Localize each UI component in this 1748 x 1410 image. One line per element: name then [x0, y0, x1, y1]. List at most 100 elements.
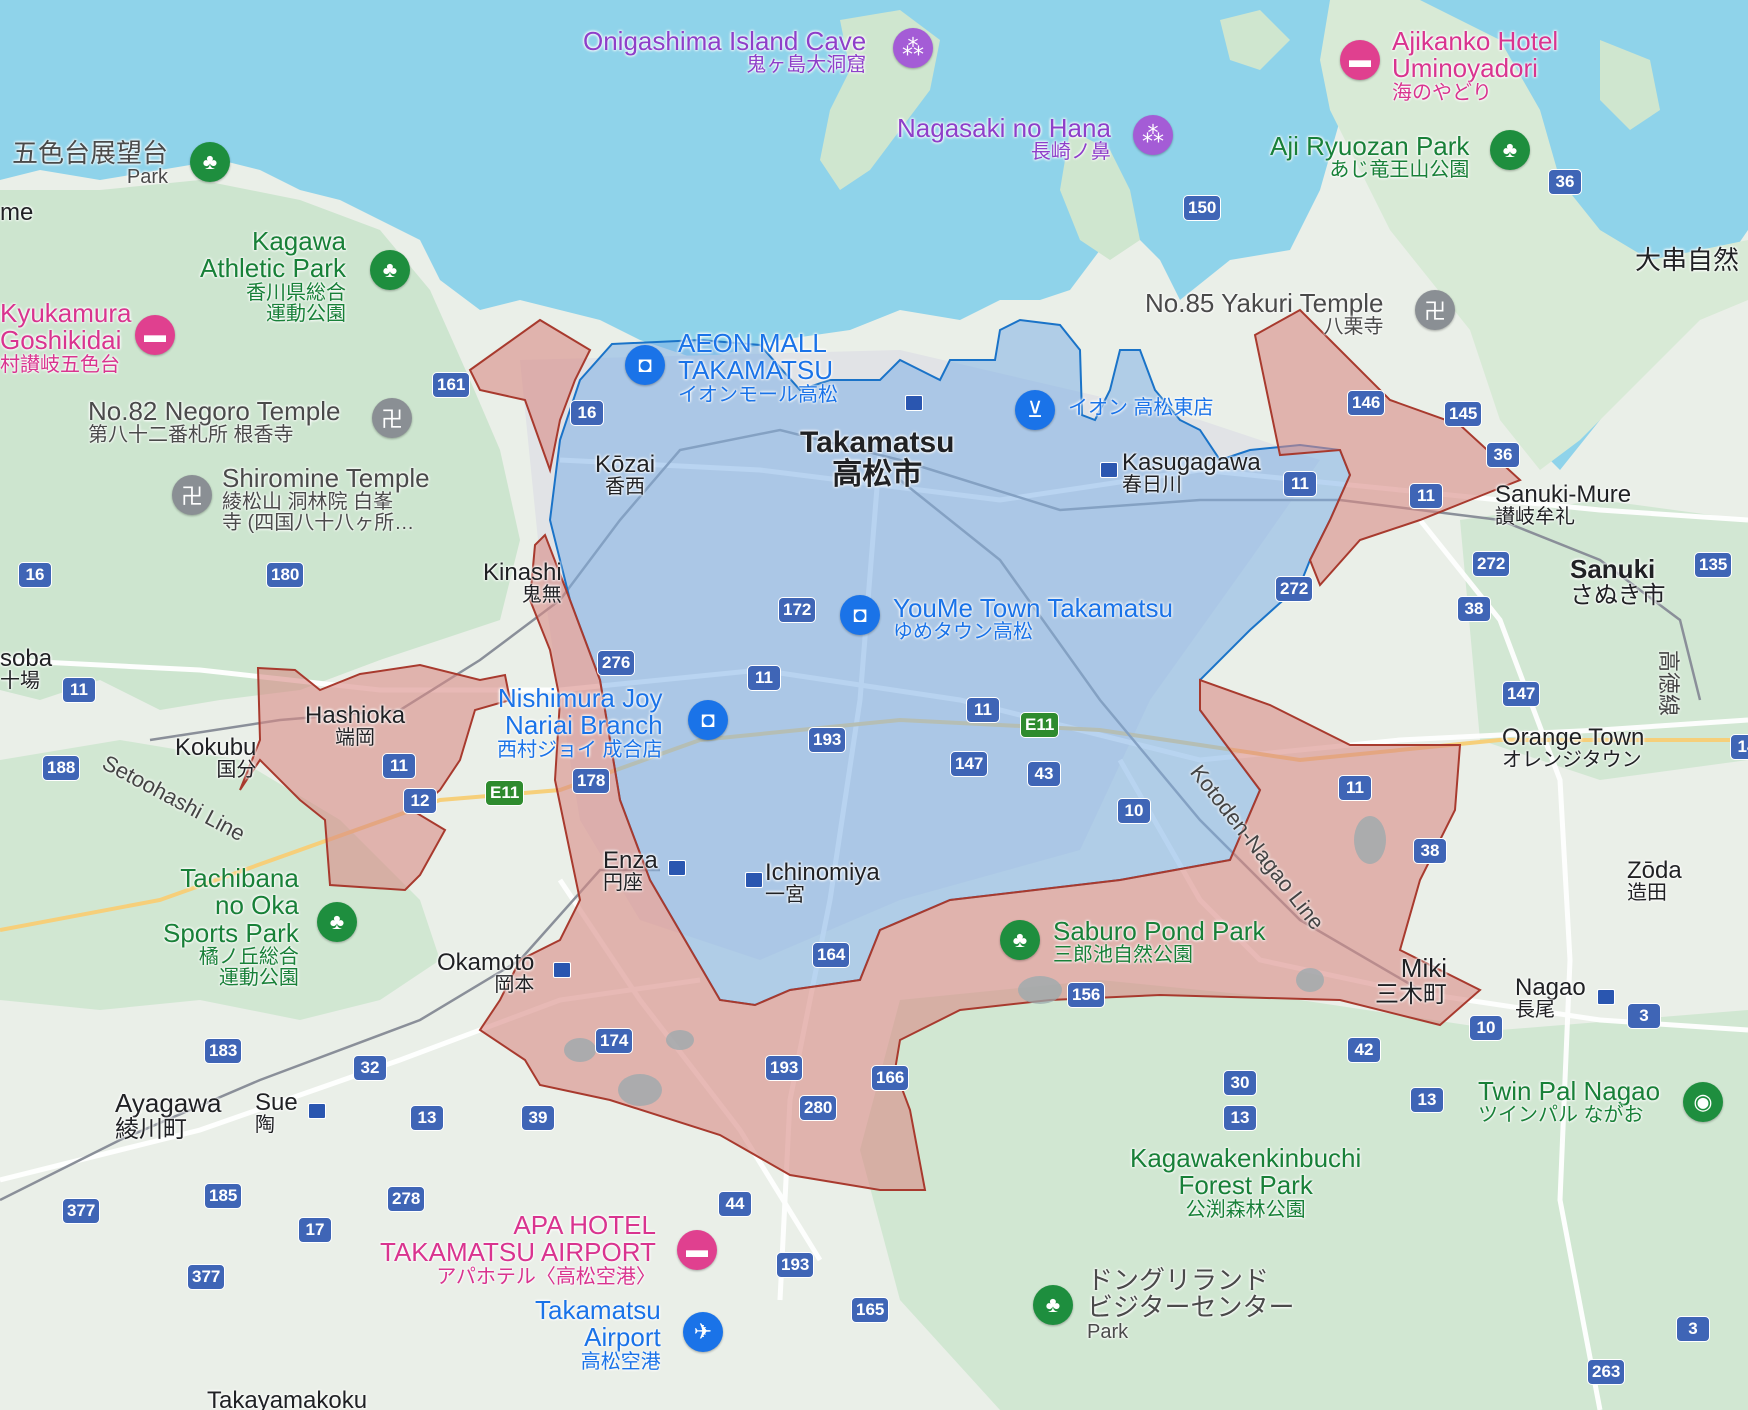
- station-icon[interactable]: [1597, 989, 1615, 1005]
- route-shield-193: 193: [765, 1055, 804, 1081]
- poi-orange-town[interactable]: Orange Town オレンジタウン: [1502, 725, 1644, 771]
- route-shield-44: 44: [718, 1191, 752, 1217]
- park-icon[interactable]: ♣: [317, 902, 357, 942]
- poi-airport[interactable]: Takamatsu Airport 高松空港: [535, 1296, 661, 1373]
- attraction-icon[interactable]: ⁂: [1133, 115, 1173, 155]
- route-shield-276: 276: [597, 650, 636, 676]
- route-shield-164: 164: [812, 942, 851, 968]
- rail-label-kotoku: 高徳線: [1656, 650, 1681, 717]
- park-icon[interactable]: ♣: [1490, 130, 1530, 170]
- shopping-cart-icon[interactable]: ⊻: [1015, 390, 1055, 430]
- route-shield-146: 146: [1347, 390, 1386, 416]
- poi-negoro[interactable]: No.82 Negoro Temple 第八十二番札所 根香寺: [88, 397, 340, 446]
- route-shield-11: 11: [382, 753, 416, 779]
- place-kasugagawa: Kasugagawa 春日川: [1122, 449, 1261, 497]
- route-shield-278: 278: [387, 1186, 426, 1212]
- route-shield-156: 156: [1067, 982, 1106, 1008]
- place-isoba: soba 十場: [0, 645, 53, 693]
- poi-onigashima[interactable]: Onigashima Island Cave 鬼ヶ島大洞窟: [583, 27, 866, 76]
- poi-goshikidai[interactable]: 五色台展望台 Park: [12, 139, 168, 188]
- poi-nagasaki-hana[interactable]: Nagasaki no Hana 長崎ノ鼻: [897, 114, 1111, 163]
- poi-apa[interactable]: APA HOTEL TAKAMATSU AIRPORT アパホテル〈高松空港〉: [380, 1211, 656, 1288]
- place-oogushi: 大串自然: [1635, 245, 1740, 275]
- route-shield-10: 10: [1469, 1015, 1503, 1041]
- route-shield-13: 13: [1223, 1105, 1257, 1131]
- route-shield-36: 36: [1486, 442, 1520, 468]
- hotel-icon[interactable]: ▬: [135, 315, 175, 355]
- route-shield-172: 172: [778, 597, 817, 623]
- station-icon[interactable]: [745, 872, 763, 888]
- city-label: Takamatsu 高松市: [800, 426, 955, 491]
- map-canvas[interactable]: Setoohashi Line Kotoden-Nagao Line 高徳線 T…: [0, 0, 1748, 1410]
- route-shield-193: 193: [776, 1252, 815, 1278]
- route-shield-188: 188: [42, 755, 81, 781]
- route-shield-180: 180: [266, 562, 305, 588]
- place-okamoto: Okamoto 岡本: [437, 949, 535, 997]
- route-shield-165: 165: [851, 1297, 890, 1323]
- shopping-icon[interactable]: ◘: [840, 595, 880, 635]
- hotel-icon[interactable]: ▬: [1340, 40, 1380, 80]
- place-takayamakoku: Takayamakoku: [207, 1387, 368, 1410]
- station-icon[interactable]: [668, 860, 686, 876]
- temple-icon[interactable]: 卍: [172, 475, 212, 515]
- poi-donguri[interactable]: ドングリランド ビジターセンター Park: [1087, 1266, 1294, 1343]
- route-shield-185: 185: [204, 1183, 243, 1209]
- poi-nishimura[interactable]: Nishimura Joy Nariai Branch 西村ジョイ 成合店: [497, 684, 663, 761]
- route-shield-16: 16: [570, 400, 604, 426]
- station-icon[interactable]: [905, 395, 923, 411]
- route-shield-272: 272: [1275, 576, 1314, 602]
- poi-aji-ryuozan[interactable]: Aji Ryuozan Park あじ竜王山公園: [1270, 132, 1469, 181]
- poi-kyukamura[interactable]: Kyukamura Goshikidai 村讃岐五色台: [0, 299, 132, 376]
- poi-yakuri[interactable]: No.85 Yakuri Temple 八栗寺: [1145, 289, 1383, 338]
- place-kokubu: Kokubu 国分: [175, 734, 257, 782]
- park-icon[interactable]: ♣: [1033, 1285, 1073, 1325]
- park-icon[interactable]: ♣: [190, 142, 230, 182]
- poi-aeon-mall[interactable]: AEON MALL TAKAMATSU イオンモール高松: [678, 329, 838, 406]
- poi-youme[interactable]: YouMe Town Takamatsu ゆめタウン高松: [893, 594, 1173, 643]
- poi-tachibana[interactable]: Tachibana no Oka Sports Park 橘ノ丘総合 運動公園: [163, 864, 299, 989]
- shopping-icon[interactable]: ◘: [625, 345, 665, 385]
- route-shield-E11: E11: [1020, 712, 1060, 738]
- route-shield-145: 145: [1444, 401, 1483, 427]
- route-shield-11: 11: [1409, 483, 1443, 509]
- route-shield-14: 14: [1730, 734, 1748, 760]
- route-shield-147: 147: [1502, 681, 1541, 707]
- poi-aeon-east[interactable]: イオン 高松東店: [1068, 398, 1214, 419]
- place-sanuki: Sanuki さぬき市: [1570, 554, 1666, 610]
- temple-icon[interactable]: 卍: [372, 398, 412, 438]
- park-icon[interactable]: ♣: [1000, 920, 1040, 960]
- route-shield-3: 3: [1676, 1316, 1710, 1342]
- place-ayagawa: Ayagawa 綾川町: [115, 1088, 222, 1144]
- temple-icon[interactable]: 卍: [1415, 290, 1455, 330]
- poi-saburo[interactable]: Saburo Pond Park 三郎池自然公園: [1053, 917, 1265, 966]
- station-icon[interactable]: [1100, 462, 1118, 478]
- route-shield-E11: E11: [485, 780, 525, 806]
- poi-shiromine[interactable]: Shiromine Temple 綾松山 洞林院 白峯寺 (四国八十八ヶ所…: [222, 464, 430, 534]
- poi-ajikanko[interactable]: Ajikanko Hotel Uminoyadori 海のやどり: [1392, 27, 1558, 104]
- place-nagao: Nagao 長尾: [1515, 974, 1586, 1022]
- shopping-center-icon[interactable]: ◉: [1683, 1082, 1723, 1122]
- airport-icon[interactable]: ✈: [683, 1312, 723, 1352]
- shopping-icon[interactable]: ◘: [688, 700, 728, 740]
- place-edge-me: me: [0, 199, 34, 226]
- poi-kinbuchi[interactable]: Kagawakenkinbuchi Forest Park 公渕森林公園: [1130, 1144, 1361, 1221]
- place-kinashi: Kinashi 鬼無: [483, 559, 562, 607]
- route-shield-272: 272: [1472, 551, 1511, 577]
- poi-twinpal[interactable]: Twin Pal Nagao ツインパル ながお: [1478, 1077, 1660, 1126]
- map-base: [0, 0, 1748, 1410]
- poi-kagawa-athletic[interactable]: Kagawa Athletic Park 香川県総合 運動公園: [200, 227, 346, 325]
- route-shield-43: 43: [1027, 761, 1061, 787]
- hotel-icon[interactable]: ▬: [677, 1230, 717, 1270]
- station-icon[interactable]: [308, 1103, 326, 1119]
- route-shield-150: 150: [1183, 195, 1222, 221]
- route-shield-377: 377: [187, 1264, 226, 1290]
- station-icon[interactable]: [553, 962, 571, 978]
- route-shield-11: 11: [966, 697, 1000, 723]
- park-icon[interactable]: ♣: [370, 250, 410, 290]
- attraction-icon[interactable]: ⁂: [893, 28, 933, 68]
- route-shield-10: 10: [1117, 798, 1151, 824]
- route-shield-183: 183: [204, 1038, 243, 1064]
- route-shield-178: 178: [572, 768, 611, 794]
- route-shield-12: 12: [403, 788, 437, 814]
- route-shield-42: 42: [1347, 1037, 1381, 1063]
